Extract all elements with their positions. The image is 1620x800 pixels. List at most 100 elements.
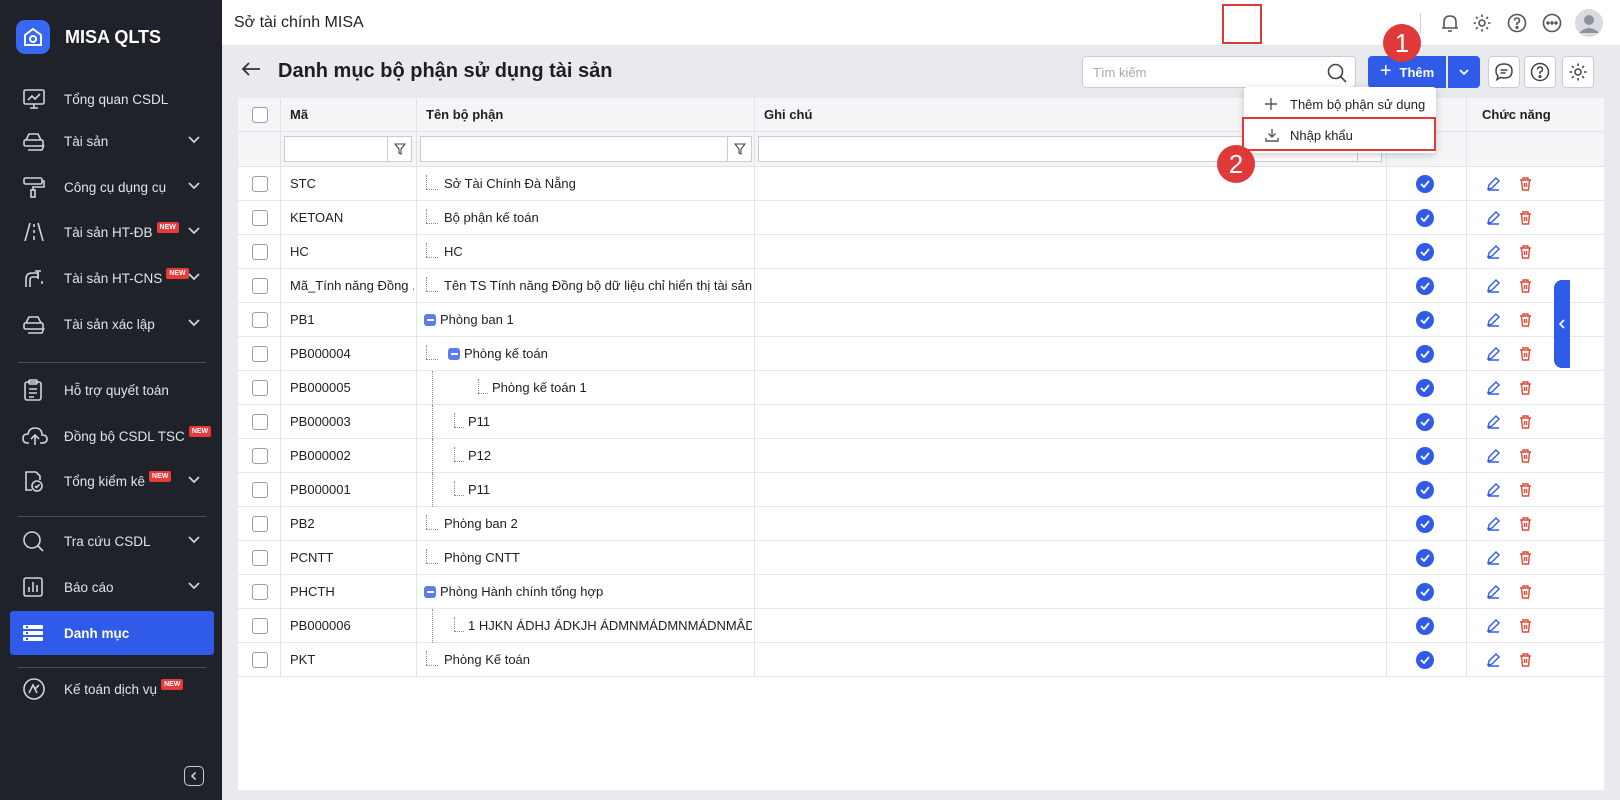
row-checkbox[interactable] — [252, 337, 268, 370]
column-header-name[interactable]: Tên bộ phận — [426, 98, 503, 131]
row-checkbox[interactable] — [252, 371, 268, 404]
row-checkbox[interactable] — [252, 235, 268, 268]
table-row[interactable]: Mã_Tính năng Đồng ... Tên TS Tính năng Đồ… — [238, 269, 1604, 303]
edit-icon[interactable] — [1486, 371, 1501, 404]
table-row[interactable]: PCNTT Phòng CNTT — [238, 541, 1604, 575]
table-row[interactable]: PKT Phòng Kế toán — [238, 643, 1604, 677]
sidebar-item-dong-bo[interactable]: Đồng bộ CSDL TSC NEW — [10, 414, 214, 458]
delete-icon[interactable] — [1518, 371, 1533, 404]
add-dropdown-button[interactable] — [1448, 56, 1480, 88]
table-row[interactable]: HC HC — [238, 235, 1604, 269]
sidebar-item-ho-tro-quyet-toan[interactable]: Hỗ trợ quyết toán — [10, 368, 214, 412]
name-filter-button[interactable] — [728, 136, 752, 162]
delete-icon[interactable] — [1518, 201, 1533, 234]
delete-icon[interactable] — [1518, 269, 1533, 302]
delete-icon[interactable] — [1518, 541, 1533, 574]
select-all-checkbox[interactable] — [252, 98, 268, 131]
sidebar-item-danh-muc[interactable]: Danh mục — [10, 611, 214, 655]
table-row[interactable]: STC Sở Tài Chính Đà Nẵng — [238, 167, 1604, 201]
delete-icon[interactable] — [1518, 337, 1533, 370]
edit-icon[interactable] — [1486, 167, 1501, 200]
row-checkbox[interactable] — [252, 405, 268, 438]
table-row[interactable]: PB000004 Phòng kế toán — [238, 337, 1604, 371]
sidebar-item-tong-quan[interactable]: Tổng quan CSDL — [10, 77, 214, 121]
sidebar-item-tai-san-ht-cns[interactable]: Tài sản HT-CNS NEW — [10, 256, 214, 300]
code-filter-button[interactable] — [388, 136, 412, 162]
table-row[interactable]: PHCTH Phòng Hành chính tổng hợp — [238, 575, 1604, 609]
row-checkbox[interactable] — [252, 269, 268, 302]
sidebar-item-bao-cao[interactable]: Báo cáo — [10, 565, 214, 609]
row-checkbox[interactable] — [252, 507, 268, 540]
delete-icon[interactable] — [1518, 609, 1533, 642]
row-checkbox[interactable] — [252, 541, 268, 574]
table-row[interactable]: PB000002 P12 — [238, 439, 1604, 473]
help-button[interactable] — [1524, 56, 1556, 88]
collapse-node-icon[interactable] — [424, 586, 436, 598]
edit-icon[interactable] — [1486, 609, 1501, 642]
table-row[interactable]: KETOAN Bộ phận kế toán — [238, 201, 1604, 235]
sidebar-item-tra-cuu[interactable]: Tra cứu CSDL — [10, 519, 214, 563]
delete-icon[interactable] — [1518, 507, 1533, 540]
settings-button[interactable] — [1562, 56, 1594, 88]
table-row[interactable]: PB000001 P11 — [238, 473, 1604, 507]
bell-icon[interactable] — [1438, 11, 1462, 35]
delete-icon[interactable] — [1518, 303, 1533, 336]
collapse-node-icon[interactable] — [424, 314, 436, 326]
row-checkbox[interactable] — [252, 439, 268, 472]
avatar[interactable] — [1574, 8, 1604, 38]
row-checkbox[interactable] — [252, 609, 268, 642]
edit-icon[interactable] — [1486, 541, 1501, 574]
sidebar-item-tai-san-xac-lap[interactable]: Tài sản xác lập — [10, 302, 214, 346]
search-input[interactable] — [1083, 57, 1313, 87]
column-header-note[interactable]: Ghi chú — [764, 98, 812, 131]
table-row[interactable]: PB1 Phòng ban 1 — [238, 303, 1604, 337]
delete-icon[interactable] — [1518, 167, 1533, 200]
edit-icon[interactable] — [1486, 507, 1501, 540]
table-row[interactable]: PB2 Phòng ban 2 — [238, 507, 1604, 541]
sidebar-item-cong-cu[interactable]: Công cụ dụng cụ — [10, 165, 214, 209]
name-filter-input[interactable] — [421, 137, 727, 161]
menu-item-add-department[interactable]: Thêm bộ phận sử dụng — [1244, 89, 1436, 119]
edit-icon[interactable] — [1486, 235, 1501, 268]
row-checkbox[interactable] — [252, 167, 268, 200]
delete-icon[interactable] — [1518, 405, 1533, 438]
help-icon[interactable] — [1505, 11, 1529, 35]
edit-icon[interactable] — [1486, 439, 1501, 472]
row-checkbox[interactable] — [252, 201, 268, 234]
sidebar-item-tai-san[interactable]: Tài sản — [10, 119, 214, 163]
row-checkbox[interactable] — [252, 575, 268, 608]
collapse-node-icon[interactable] — [448, 348, 460, 360]
back-arrow-icon[interactable] — [240, 60, 262, 81]
app-logo[interactable]: MISA QLTS — [16, 20, 161, 54]
sidebar-item-tai-san-ht-db[interactable]: Tài sản HT-ĐB NEW — [10, 210, 214, 254]
table-row[interactable]: PB000003 P11 — [238, 405, 1604, 439]
delete-icon[interactable] — [1518, 575, 1533, 608]
edit-icon[interactable] — [1486, 473, 1501, 506]
search-icon[interactable] — [1327, 63, 1347, 86]
table-row[interactable]: PB000006 1 HJKN ÁDHJ ÁDKJH ÁDMNMÁDMNMÁDNM… — [238, 609, 1604, 643]
edit-icon[interactable] — [1486, 643, 1501, 676]
column-header-code[interactable]: Mã — [290, 98, 308, 131]
sidebar-item-tong-kiem-ke[interactable]: Tổng kiểm kê NEW — [10, 459, 214, 503]
edit-icon[interactable] — [1486, 269, 1501, 302]
delete-icon[interactable] — [1518, 643, 1533, 676]
edit-icon[interactable] — [1486, 405, 1501, 438]
row-checkbox[interactable] — [252, 643, 268, 676]
edit-icon[interactable] — [1486, 201, 1501, 234]
row-checkbox[interactable] — [252, 303, 268, 336]
delete-icon[interactable] — [1518, 439, 1533, 472]
side-panel-toggle[interactable] — [1554, 280, 1570, 368]
row-checkbox[interactable] — [252, 473, 268, 506]
edit-icon[interactable] — [1486, 337, 1501, 370]
gear-icon[interactable] — [1470, 11, 1494, 35]
sidebar-item-ke-toan-dich-vu[interactable]: Kế toán dịch vụ NEW — [10, 667, 214, 711]
delete-icon[interactable] — [1518, 473, 1533, 506]
feedback-button[interactable] — [1488, 56, 1520, 88]
more-icon[interactable] — [1540, 11, 1564, 35]
collapse-sidebar-button[interactable] — [184, 766, 204, 786]
code-filter-input[interactable] — [285, 137, 387, 161]
edit-icon[interactable] — [1486, 303, 1501, 336]
edit-icon[interactable] — [1486, 575, 1501, 608]
table-row[interactable]: PB000005 Phòng kế toán 1 — [238, 371, 1604, 405]
delete-icon[interactable] — [1518, 235, 1533, 268]
